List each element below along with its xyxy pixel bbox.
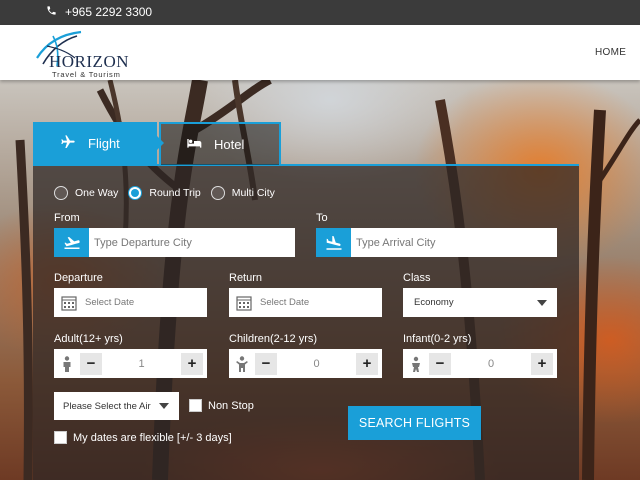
logo[interactable]: HORIZON Travel & Tourism xyxy=(33,28,143,79)
class-select-value: Economy xyxy=(414,297,454,308)
header: HORIZON Travel & Tourism HOME xyxy=(0,25,640,80)
class-select[interactable]: Economy xyxy=(403,288,557,317)
to-input[interactable]: Type Arrival City xyxy=(316,228,557,257)
phone-icon xyxy=(46,5,57,19)
children-stepper: − 0 + xyxy=(229,349,382,378)
departure-label: Departure xyxy=(54,272,103,284)
radio-round-trip[interactable]: Round Trip xyxy=(128,186,201,200)
child-person-icon xyxy=(229,355,255,372)
chevron-down-icon xyxy=(537,299,547,306)
return-date-input[interactable]: Select Date xyxy=(229,288,382,317)
phone-number: +965 2292 3300 xyxy=(65,5,153,19)
radio-multi-city[interactable]: Multi City xyxy=(210,186,275,200)
radio-one-way[interactable]: One Way xyxy=(54,186,118,200)
children-increment-button[interactable]: + xyxy=(356,352,378,375)
tab-hotel-label: Hotel xyxy=(214,137,245,152)
radio-one-way-circle[interactable] xyxy=(54,186,68,200)
adult-stepper: − 1 + xyxy=(54,349,207,378)
tab-hotel[interactable]: Hotel xyxy=(159,122,281,165)
top-bar: +965 2292 3300 xyxy=(0,0,640,25)
bed-icon xyxy=(186,137,202,152)
adult-count[interactable]: 1 xyxy=(102,358,181,370)
non-stop-checkbox-box[interactable] xyxy=(189,399,202,412)
airline-select-value: Please Select the Air xyxy=(63,400,151,412)
airplane-icon xyxy=(60,134,76,153)
children-count[interactable]: 0 xyxy=(277,358,356,370)
children-label: Children(2-12 yrs) xyxy=(229,333,318,345)
plane-takeoff-icon xyxy=(54,228,89,257)
from-input[interactable]: Type Departure City xyxy=(54,228,295,257)
calendar-icon xyxy=(229,295,259,311)
departure-placeholder: Select Date xyxy=(85,297,135,308)
logo-tagline: Travel & Tourism xyxy=(52,70,121,79)
phone-contact[interactable]: +965 2292 3300 xyxy=(46,5,152,19)
tab-flight-label: Flight xyxy=(88,136,120,151)
chevron-down-icon xyxy=(159,403,169,409)
return-placeholder: Select Date xyxy=(260,297,310,308)
departure-date-input[interactable]: Select Date xyxy=(54,288,207,317)
children-decrement-button[interactable]: − xyxy=(255,352,277,375)
infant-icon xyxy=(403,356,429,372)
to-placeholder: Type Arrival City xyxy=(356,236,436,249)
infant-increment-button[interactable]: + xyxy=(531,352,553,375)
plane-landing-icon xyxy=(316,228,351,257)
radio-round-trip-circle[interactable] xyxy=(128,186,143,200)
adult-increment-button[interactable]: + xyxy=(181,352,203,375)
flexible-dates-label: My dates are flexible [+/- 3 days] xyxy=(73,431,232,444)
search-flights-button[interactable]: SEARCH FLIGHTS xyxy=(348,406,481,440)
radio-round-trip-label: Round Trip xyxy=(149,187,201,199)
infant-decrement-button[interactable]: − xyxy=(429,352,451,375)
flexible-dates-checkbox[interactable]: My dates are flexible [+/- 3 days] xyxy=(54,431,232,444)
tab-flight[interactable]: Flight xyxy=(33,122,164,165)
adult-label: Adult(12+ yrs) xyxy=(54,333,123,345)
logo-brand: HORIZON xyxy=(49,52,129,71)
to-label: To xyxy=(316,212,328,224)
flight-search-panel: One Way Round Trip Multi City From Type … xyxy=(33,164,579,480)
trip-type-group: One Way Round Trip Multi City xyxy=(54,186,275,200)
return-label: Return xyxy=(229,272,263,284)
non-stop-label: Non Stop xyxy=(208,399,254,412)
flexible-dates-checkbox-box[interactable] xyxy=(54,431,67,444)
radio-one-way-label: One Way xyxy=(75,187,119,199)
radio-multi-city-label: Multi City xyxy=(231,187,275,199)
from-label: From xyxy=(54,212,80,224)
class-label: Class xyxy=(403,272,431,284)
non-stop-checkbox[interactable]: Non Stop xyxy=(189,399,254,412)
airline-select[interactable]: Please Select the Air xyxy=(54,392,179,420)
calendar-icon xyxy=(54,295,84,311)
nav-home-link[interactable]: HOME xyxy=(595,47,626,58)
from-placeholder: Type Departure City xyxy=(94,236,192,249)
adult-decrement-button[interactable]: − xyxy=(80,352,102,375)
adult-person-icon xyxy=(54,355,80,372)
infant-count[interactable]: 0 xyxy=(451,358,531,370)
infant-label: Infant(0-2 yrs) xyxy=(403,333,472,345)
infant-stepper: − 0 + xyxy=(403,349,557,378)
search-tabs: Flight Hotel xyxy=(33,122,281,165)
radio-multi-city-circle[interactable] xyxy=(210,186,225,200)
